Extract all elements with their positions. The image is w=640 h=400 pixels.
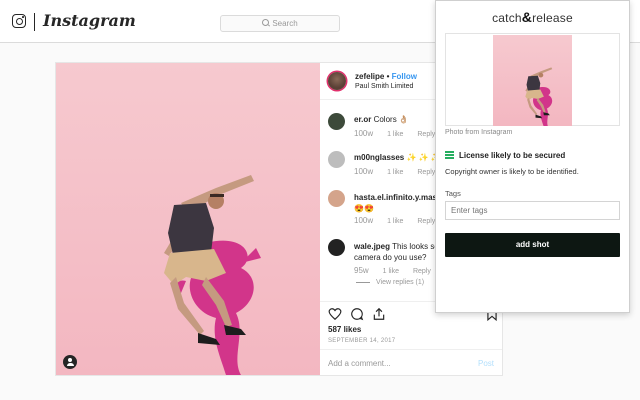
list-icon bbox=[445, 151, 454, 159]
comment-text: 😍😍 bbox=[354, 204, 374, 213]
post-photo[interactable] bbox=[56, 63, 320, 375]
reply-button[interactable]: Reply bbox=[413, 268, 431, 275]
comment-username[interactable]: er.or bbox=[354, 115, 371, 124]
comment-likes[interactable]: 1 like bbox=[387, 169, 403, 176]
nav-divider bbox=[34, 13, 35, 31]
comment-meta: 100w 1 like Reply bbox=[354, 216, 447, 225]
author-avatar[interactable] bbox=[328, 72, 346, 90]
comment-likes[interactable]: 1 like bbox=[383, 268, 399, 275]
comment-time: 100w bbox=[354, 216, 374, 225]
comment-time: 95w bbox=[354, 266, 369, 275]
comment-text: Colors 👌🏼 bbox=[373, 115, 409, 124]
commenter-avatar[interactable] bbox=[328, 239, 345, 256]
brand-ampersand: & bbox=[521, 9, 533, 25]
comment-icon[interactable] bbox=[350, 307, 364, 321]
photo-preview-frame bbox=[445, 33, 620, 126]
dancer-illustration bbox=[164, 175, 261, 375]
add-comment-input[interactable]: Add a comment... bbox=[328, 359, 391, 368]
comment-text-line: m00nglasses ✨ ✨ ✨ bbox=[354, 153, 441, 162]
share-icon[interactable] bbox=[372, 307, 386, 321]
author-username[interactable]: zefelipe bbox=[355, 72, 384, 81]
comment-likes[interactable]: 1 like bbox=[387, 131, 403, 138]
license-status: License likely to be secured bbox=[445, 150, 565, 160]
view-replies-button[interactable]: View replies (1) bbox=[376, 279, 424, 286]
add-shot-button[interactable]: add shot bbox=[445, 233, 620, 257]
tags-input[interactable] bbox=[445, 201, 620, 220]
instagram-wordmark[interactable]: Instagram bbox=[43, 11, 136, 30]
commenter-avatar[interactable] bbox=[328, 113, 345, 130]
search-placeholder: Search bbox=[272, 19, 298, 28]
post-location[interactable]: Paul Smith Limited bbox=[355, 83, 413, 90]
comment-likes[interactable]: 1 like bbox=[387, 218, 403, 225]
comment-username[interactable]: hasta.el.infinito.y.mas... bbox=[354, 193, 444, 202]
commenter-avatar[interactable] bbox=[328, 190, 345, 207]
extension-brand: catch&release bbox=[436, 9, 629, 25]
comment-meta: 100w 1 like Reply bbox=[354, 129, 447, 138]
comment-text-line: er.or Colors 👌🏼 bbox=[354, 115, 409, 124]
post-comment-button[interactable]: Post bbox=[478, 359, 494, 368]
instagram-camera-icon[interactable] bbox=[12, 14, 26, 28]
post-date: SEPTEMBER 14, 2017 bbox=[328, 338, 396, 344]
separator-dot: • bbox=[386, 72, 390, 81]
comment-meta: 95w 1 like Reply bbox=[354, 266, 443, 275]
brand-left: catch bbox=[492, 11, 522, 25]
reply-button[interactable]: Reply bbox=[417, 218, 435, 225]
view-replies-row: View replies (1) bbox=[356, 279, 436, 286]
comment-time: 100w bbox=[354, 167, 374, 176]
search-icon bbox=[262, 19, 270, 26]
tags-label: Tags bbox=[445, 189, 461, 198]
comment-text: This looks so bbox=[392, 242, 439, 251]
search-input[interactable]: Search bbox=[220, 15, 340, 32]
replies-line bbox=[356, 281, 370, 283]
comment-text-continued: camera do you use? bbox=[354, 253, 427, 262]
add-comment-bar: Add a comment... Post bbox=[320, 349, 502, 377]
reply-button[interactable]: Reply bbox=[417, 169, 435, 176]
photo-preview bbox=[493, 35, 572, 126]
reply-button[interactable]: Reply bbox=[417, 131, 435, 138]
tagged-user-icon[interactable] bbox=[63, 355, 77, 369]
brand-right: release bbox=[532, 11, 573, 25]
commenter-avatar[interactable] bbox=[328, 151, 345, 168]
comment-time: 100w bbox=[354, 129, 374, 138]
likes-count[interactable]: 587 likes bbox=[328, 325, 361, 334]
heart-icon[interactable] bbox=[328, 307, 342, 321]
photo-source-label: Photo from Instagram bbox=[445, 129, 513, 136]
catch-release-popup: catch&release Photo from Instagram Licen… bbox=[435, 0, 630, 313]
copyright-note: Copyright owner is likely to be identifi… bbox=[445, 167, 579, 176]
author-line: zefelipe • Follow bbox=[355, 72, 417, 81]
follow-button[interactable]: Follow bbox=[392, 72, 417, 81]
comment-username[interactable]: m00nglasses bbox=[354, 153, 404, 162]
comment-meta: 100w 1 like Reply bbox=[354, 167, 447, 176]
license-status-text: License likely to be secured bbox=[459, 151, 566, 160]
dancer-thumbnail bbox=[525, 67, 553, 126]
comment-username[interactable]: wale.jpeg bbox=[354, 242, 390, 251]
